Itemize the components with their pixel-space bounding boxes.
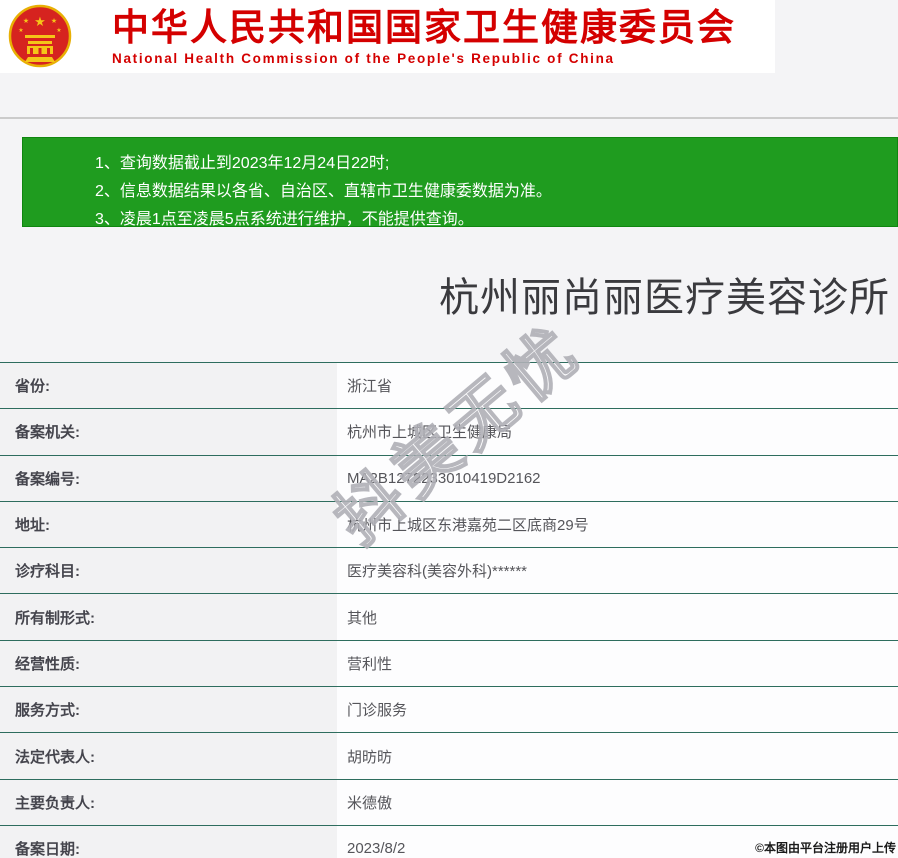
row-label: 所有制形式: xyxy=(0,594,337,639)
row-label: 备案日期: xyxy=(0,826,337,858)
row-label: 诊疗科目: xyxy=(0,548,337,593)
svg-text:★: ★ xyxy=(56,27,61,34)
svg-text:★: ★ xyxy=(18,27,23,34)
table-row: 法定代表人: 胡昉昉 xyxy=(0,733,898,779)
row-value: 杭州市上城区东港嘉苑二区底商29号 xyxy=(337,502,898,547)
svg-text:★: ★ xyxy=(51,17,57,25)
table-row: 主要负责人: 米德傲 xyxy=(0,780,898,826)
page: ★ ★ ★ ★ ★ 中华人民共和国国家卫生健康委员会 National Heal… xyxy=(0,0,898,858)
institution-name-title: 杭州丽尚丽医疗美容诊所 xyxy=(0,272,890,324)
row-value: 浙江省 xyxy=(337,363,898,408)
row-label: 地址: xyxy=(0,502,337,547)
site-title-english: National Health Commission of the People… xyxy=(112,50,772,68)
row-label: 主要负责人: xyxy=(0,780,337,825)
svg-text:★: ★ xyxy=(23,17,29,25)
row-value: 其他 xyxy=(337,594,898,639)
institution-info-table: 省份: 浙江省 备案机关: 杭州市上城区卫生健康局 备案编号: MA2B1272… xyxy=(0,362,898,858)
row-value: MA2B1272233010419D2162 xyxy=(337,456,898,501)
row-label: 服务方式: xyxy=(0,687,337,732)
table-row: 备案机关: 杭州市上城区卫生健康局 xyxy=(0,409,898,455)
table-row: 备案编号: MA2B1272233010419D2162 xyxy=(0,456,898,502)
row-label: 法定代表人: xyxy=(0,733,337,778)
row-value: 医疗美容科(美容外科)****** xyxy=(337,548,898,593)
table-row: 地址: 杭州市上城区东港嘉苑二区底商29号 xyxy=(0,502,898,548)
svg-text:★: ★ xyxy=(34,14,46,29)
row-value: 米德傲 xyxy=(337,780,898,825)
table-row: 诊疗科目: 医疗美容科(美容外科)****** xyxy=(0,548,898,594)
site-title-chinese: 中华人民共和国国家卫生健康委员会 xyxy=(112,6,772,50)
site-header: ★ ★ ★ ★ ★ 中华人民共和国国家卫生健康委员会 National Heal… xyxy=(0,0,775,73)
upload-credit-text: ©本图由平台注册用户上传 xyxy=(755,839,896,856)
table-row: 所有制形式: 其他 xyxy=(0,594,898,640)
row-value: 营利性 xyxy=(337,641,898,686)
table-row: 省份: 浙江省 xyxy=(0,363,898,409)
notice-line: 2、信息数据结果以各省、自治区、直辖市卫生健康委数据为准。 xyxy=(95,178,897,206)
notice-line: 1、查询数据截止到2023年12月24日22时; xyxy=(95,150,897,178)
row-label: 经营性质: xyxy=(0,641,337,686)
row-label: 备案编号: xyxy=(0,456,337,501)
row-value: 胡昉昉 xyxy=(337,733,898,778)
notice-line: 3、凌晨1点至凌晨5点系统进行维护，不能提供查询。 xyxy=(95,206,897,234)
row-label: 备案机关: xyxy=(0,409,337,454)
row-value: 杭州市上城区卫生健康局 xyxy=(337,409,898,454)
row-value: 门诊服务 xyxy=(337,687,898,732)
table-row: 经营性质: 营利性 xyxy=(0,641,898,687)
query-notice-box: 1、查询数据截止到2023年12月24日22时; 2、信息数据结果以各省、自治区… xyxy=(22,137,898,227)
header-divider xyxy=(0,117,898,119)
table-row: 服务方式: 门诊服务 xyxy=(0,687,898,733)
row-label: 省份: xyxy=(0,363,337,408)
national-emblem-icon: ★ ★ ★ ★ ★ xyxy=(8,4,72,68)
